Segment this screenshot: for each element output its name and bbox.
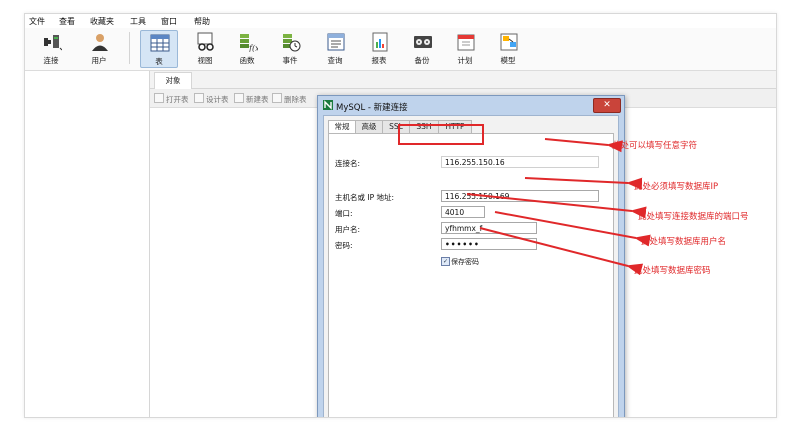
save-password-checkbox[interactable]: ✓ [441, 257, 450, 266]
delete-table-button[interactable]: 删除表 [272, 93, 307, 105]
annotation-connection-name: 此处可以填写任意字符 [612, 141, 698, 151]
table-button[interactable]: 表 [140, 30, 178, 68]
function-button[interactable]: f(x) 函数 [229, 30, 265, 66]
plug-icon [44, 35, 62, 51]
username-label: 用户名: [335, 225, 361, 234]
model-icon [500, 33, 518, 51]
table-icon [150, 34, 170, 52]
view-label: 视图 [197, 56, 213, 65]
function-icon: f(x) [240, 34, 258, 52]
report-icon [372, 32, 388, 52]
host-label: 主机名或 IP 地址: [335, 193, 395, 202]
connection-name-input[interactable]: 116.255.150.16 [441, 156, 599, 168]
design-table-icon [194, 93, 204, 103]
schedule-icon [457, 34, 475, 51]
schedule-button[interactable]: 计划 [447, 30, 483, 66]
dialog-title: MySQL - 新建连接 [336, 103, 408, 113]
view-button[interactable]: 视图 [187, 30, 223, 66]
query-button[interactable]: 查询 [317, 30, 353, 66]
menu-file[interactable]: 文件 [29, 16, 45, 27]
event-button[interactable]: 事件 [272, 30, 308, 66]
dialog-body: 常规 高级 SSL SSH HTTP 连接名: 116.255.150.16 主… [323, 115, 619, 417]
tab-general[interactable]: 常规 [328, 120, 356, 134]
general-settings-panel: 连接名: 116.255.150.16 主机名或 IP 地址: 116.255.… [328, 133, 614, 417]
menu-tools[interactable]: 工具 [130, 16, 146, 27]
menu-favorites[interactable]: 收藏夹 [90, 16, 114, 27]
close-button[interactable]: ✕ [593, 98, 621, 113]
function-label: 函数 [239, 56, 255, 65]
new-table-label: 新建表 [246, 95, 269, 104]
port-label: 端口: [335, 209, 353, 218]
connect-label: 连接 [43, 56, 59, 65]
connection-name-label: 连接名: [335, 159, 361, 168]
menu-bar: 文件 查看 收藏夹 工具 窗口 帮助 [25, 16, 776, 28]
backup-label: 备份 [414, 56, 430, 65]
menu-view[interactable]: 查看 [59, 16, 75, 27]
username-input[interactable]: yfhmmx_f [441, 222, 537, 234]
connection-tree-panel[interactable] [25, 71, 150, 417]
annotation-username: 此处填写数据库用户名 [641, 237, 727, 247]
password-label: 密码: [335, 241, 353, 250]
open-table-icon [154, 93, 164, 103]
new-table-icon [234, 93, 244, 103]
save-password-label: 保存密码 [451, 258, 479, 266]
report-label: 报表 [371, 56, 387, 65]
menu-window[interactable]: 窗口 [161, 16, 177, 27]
annotation-host: 此处必须填写数据库IP [634, 182, 719, 192]
query-icon [327, 33, 345, 51]
connect-button[interactable]: 连接 [33, 30, 69, 66]
open-table-button[interactable]: 打开表 [154, 93, 189, 105]
connection-name-highlight [398, 124, 484, 145]
user-icon [92, 34, 108, 51]
user-label: 用户 [91, 56, 107, 65]
port-input[interactable]: 4010 [441, 206, 485, 218]
delete-table-icon [272, 93, 282, 103]
object-tab-bar: 对象 [150, 71, 776, 89]
navicat-logo-icon [323, 100, 333, 110]
close-icon: ✕ [603, 100, 611, 110]
design-table-button[interactable]: 设计表 [194, 93, 229, 105]
table-label: 表 [155, 57, 163, 66]
report-button[interactable]: 报表 [361, 30, 397, 66]
backup-icon [414, 36, 432, 48]
toolbar-separator [129, 32, 130, 64]
backup-button[interactable]: 备份 [404, 30, 440, 66]
model-button[interactable]: 模型 [490, 30, 526, 66]
new-table-button[interactable]: 新建表 [234, 93, 269, 105]
tab-objects[interactable]: 对象 [154, 72, 192, 89]
design-table-label: 设计表 [206, 95, 229, 104]
main-toolbar: 连接 用户 表 视图 f(函数 事件 查询 报表 备份 计划 模型 [25, 28, 776, 71]
event-label: 事件 [282, 56, 298, 65]
query-label: 查询 [327, 56, 343, 65]
delete-table-label: 删除表 [284, 95, 307, 104]
annotation-password: 此处填写数据库密码 [634, 266, 711, 276]
schedule-label: 计划 [457, 56, 473, 65]
event-icon [283, 34, 301, 52]
svg-text:f(x): f(x) [248, 44, 258, 52]
host-input[interactable]: 116.255.150.169 [441, 190, 599, 202]
menu-help[interactable]: 帮助 [194, 16, 210, 27]
password-input[interactable]: •••••• [441, 238, 537, 250]
annotation-port: 此处填写连接数据库的端口号 [638, 212, 749, 222]
tab-advanced[interactable]: 高级 [355, 120, 383, 133]
model-label: 模型 [500, 56, 516, 65]
user-button[interactable]: 用户 [81, 30, 117, 66]
view-icon [197, 32, 214, 51]
open-table-label: 打开表 [166, 95, 189, 104]
